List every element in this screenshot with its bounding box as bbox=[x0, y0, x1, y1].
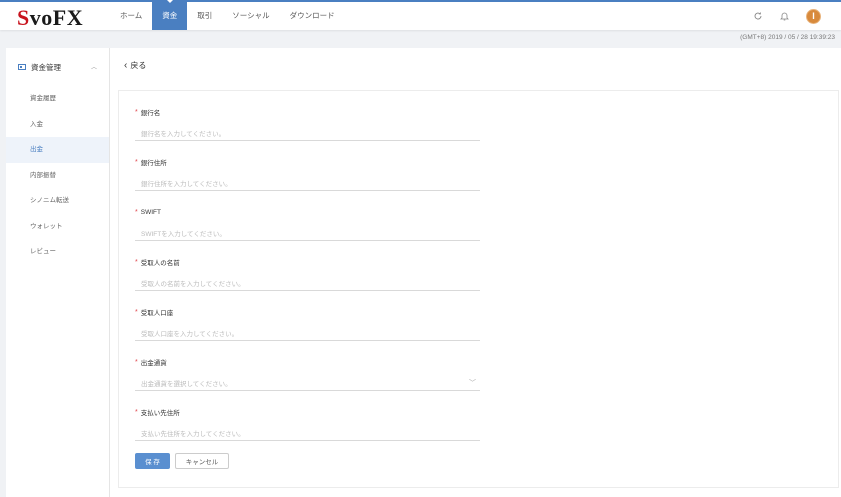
bank-name-input[interactable]: 銀行名を入力してください。 bbox=[135, 125, 480, 141]
chevron-left-icon: ‹ bbox=[124, 60, 128, 71]
sidebar-menu: 資金履歴 入金 出金 内部振替 シノニム転送 ウォレット レビュー bbox=[6, 86, 109, 265]
bell-icon[interactable] bbox=[776, 8, 792, 24]
placeholder: 銀行住所を入力してください。 bbox=[141, 180, 232, 188]
nav-social[interactable]: ソーシャル bbox=[222, 2, 279, 30]
sidebar-item-review[interactable]: レビュー bbox=[6, 239, 109, 265]
field-label: 支払い先住所 bbox=[140, 410, 180, 417]
field-label: 銀行住所 bbox=[140, 160, 167, 167]
placeholder: 銀行名を入力してください。 bbox=[141, 130, 226, 138]
field-label: 銀行名 bbox=[140, 110, 161, 117]
field-label: SWIFT bbox=[140, 208, 161, 216]
required-mark: * bbox=[135, 308, 138, 316]
logo-text: voFX bbox=[29, 5, 84, 30]
recipient-name-input[interactable]: 受取人の名前を入力してください。 bbox=[135, 275, 480, 291]
main-nav: ホーム 資金 取引 ソーシャル ダウンロード bbox=[110, 0, 345, 30]
chevron-up-icon: ︿ bbox=[90, 65, 97, 71]
field-label: 受取人口座 bbox=[140, 310, 174, 317]
chevron-down-icon: ﹀ bbox=[469, 380, 476, 387]
sidebar-title: 資金管理 bbox=[31, 62, 61, 72]
sidebar-item-wallet[interactable]: ウォレット bbox=[6, 214, 109, 240]
nav-home[interactable]: ホーム bbox=[110, 2, 152, 30]
user-avatar[interactable]: I bbox=[806, 8, 821, 24]
required-mark: * bbox=[135, 208, 138, 216]
nav-download[interactable]: ダウンロード bbox=[280, 2, 345, 30]
placeholder: 受取人の名前を入力してください。 bbox=[141, 280, 245, 288]
placeholder: 支払い先住所を入力してください。 bbox=[141, 430, 245, 438]
back-label: 戻る bbox=[130, 61, 147, 70]
sidebar-item-deposit[interactable]: 入金 bbox=[6, 112, 109, 138]
field-label: 出金通貨 bbox=[140, 360, 167, 367]
nav-trade[interactable]: 取引 bbox=[187, 2, 222, 30]
field-recipient-name: * 受取人の名前 受取人の名前を入力してください。 bbox=[135, 257, 480, 291]
required-mark: * bbox=[135, 358, 138, 366]
bank-address-input[interactable]: 銀行住所を入力してください。 bbox=[135, 175, 480, 191]
required-mark: * bbox=[135, 108, 138, 116]
back-button[interactable]: ‹ 戻る bbox=[124, 60, 146, 71]
swift-input[interactable]: SWIFTを入力してください。 bbox=[135, 225, 480, 241]
field-bank-name: * 銀行名 銀行名を入力してください。 bbox=[135, 107, 480, 141]
sidebar-item-withdrawal[interactable]: 出金 bbox=[6, 137, 109, 163]
sidebar-section-funds-management[interactable]: 資金管理 ︿ bbox=[6, 48, 109, 86]
top-header: SvoFX ホーム 資金 取引 ソーシャル ダウンロード I bbox=[0, 0, 841, 30]
main-content: ‹ 戻る * 銀行名 銀行名を入力してください。 * 銀行住所 銀行住所を入力してく… bbox=[110, 48, 841, 497]
nav-funds[interactable]: 資金 bbox=[152, 0, 188, 30]
required-mark: * bbox=[135, 258, 138, 266]
field-withdrawal-currency: * 出金通貨 出金通貨を選択してください。 ﹀ bbox=[135, 357, 480, 391]
placeholder: SWIFTを入力してください。 bbox=[141, 230, 226, 238]
field-payee-address: * 支払い先住所 支払い先住所を入力してください。 bbox=[135, 407, 480, 441]
withdrawal-currency-select[interactable]: 出金通貨を選択してください。 ﹀ bbox=[135, 375, 480, 391]
sidebar-item-internal-transfer[interactable]: 内部振替 bbox=[6, 163, 109, 189]
withdrawal-form-card: * 銀行名 銀行名を入力してください。 * 銀行住所 銀行住所を入力してください。 … bbox=[118, 90, 839, 488]
placeholder: 受取人口座を入力してください。 bbox=[141, 330, 239, 338]
svofx-logo[interactable]: SvoFX bbox=[17, 5, 83, 31]
required-mark: * bbox=[135, 408, 138, 416]
field-recipient-account: * 受取人口座 受取人口座を入力してください。 bbox=[135, 307, 480, 341]
refresh-icon[interactable] bbox=[750, 8, 766, 24]
sidebar-item-synonym-transfer[interactable]: シノニム転送 bbox=[6, 188, 109, 214]
field-bank-address: * 銀行住所 銀行住所を入力してください。 bbox=[135, 157, 480, 191]
sidebar-item-fund-history[interactable]: 資金履歴 bbox=[6, 86, 109, 112]
logo-s: S bbox=[17, 5, 30, 30]
save-button[interactable]: 保 存 bbox=[135, 453, 170, 469]
recipient-account-input[interactable]: 受取人口座を入力してください。 bbox=[135, 325, 480, 341]
field-swift: * SWIFT SWIFTを入力してください。 bbox=[135, 207, 480, 241]
payee-address-input[interactable]: 支払い先住所を入力してください。 bbox=[135, 425, 480, 441]
required-mark: * bbox=[135, 158, 138, 166]
wallet-card-icon bbox=[18, 64, 26, 70]
cancel-button[interactable]: キャンセル bbox=[175, 453, 229, 469]
header-icons: I bbox=[740, 8, 821, 24]
field-label: 受取人の名前 bbox=[140, 260, 180, 267]
server-timestamp: (GMT+8) 2019 / 05 / 28 19:39:23 bbox=[740, 34, 835, 41]
sidebar: 資金管理 ︿ 資金履歴 入金 出金 内部振替 シノニム転送 ウォレット レビュー bbox=[6, 48, 110, 497]
form-actions: 保 存 キャンセル bbox=[135, 453, 229, 469]
placeholder: 出金通貨を選択してください。 bbox=[141, 380, 232, 388]
